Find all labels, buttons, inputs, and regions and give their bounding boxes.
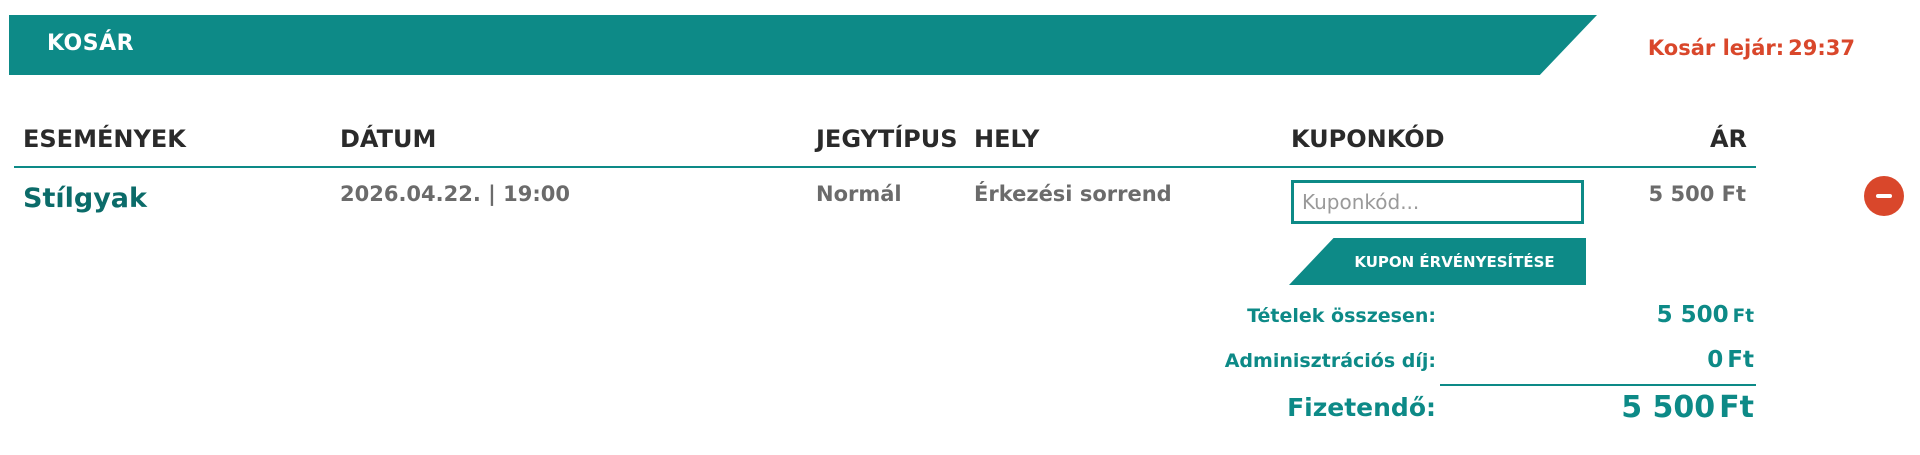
admin-fee-label: Adminisztrációs díj: (1224, 350, 1436, 372)
page-title: KOSÁR (47, 31, 135, 56)
cart-header-banner (9, 15, 1597, 75)
cart-expiry-timer: Kosár lejár: 29:37 (1648, 36, 1855, 60)
totals-divider (1440, 384, 1756, 386)
payable-label: Fizetendő: (1287, 393, 1436, 422)
column-header-date: DÁTUM (340, 125, 437, 153)
items-total-label: Tételek összesen: (1247, 305, 1436, 327)
column-header-coupon: KUPONKÓD (1291, 125, 1445, 153)
column-header-price: ÁR (1709, 125, 1747, 153)
admin-fee-amount: 0 (1707, 347, 1724, 373)
payable-currency: Ft (1719, 390, 1754, 425)
items-total-value: 5 500 Ft (1657, 302, 1754, 328)
admin-fee-currency: Ft (1727, 347, 1754, 373)
payable-amount: 5 500 (1621, 390, 1716, 425)
item-price: 5 500 Ft (1648, 182, 1746, 206)
apply-coupon-button[interactable]: KUPON ÉRVÉNYESÍTÉSE (1289, 238, 1586, 285)
remove-item-button[interactable] (1864, 176, 1904, 216)
seat-place: Érkezési sorrend (974, 182, 1172, 206)
ticket-type: Normál (816, 182, 902, 206)
payable-value: 5 500 Ft (1621, 390, 1754, 425)
column-header-ticket-type: JEGYTÍPUS (816, 125, 958, 153)
header-divider (14, 166, 1756, 168)
cart-page: KOSÁR Kosár lejár: 29:37 ESEMÉNYEK DÁTUM … (0, 0, 1920, 455)
timer-label: Kosár lejár: (1647, 36, 1785, 60)
coupon-code-input[interactable] (1291, 180, 1584, 224)
minus-circle-icon (1876, 194, 1892, 198)
admin-fee-value: 0 Ft (1707, 347, 1754, 373)
event-date: 2026.04.22. | 19:00 (340, 182, 570, 206)
items-total-currency: Ft (1732, 306, 1754, 327)
items-total-amount: 5 500 (1656, 302, 1729, 328)
event-name-link[interactable]: Stílgyak (23, 183, 147, 214)
timer-value: 29:37 (1788, 36, 1855, 60)
column-header-events: ESEMÉNYEK (23, 125, 186, 153)
column-header-place: HELY (974, 125, 1040, 153)
